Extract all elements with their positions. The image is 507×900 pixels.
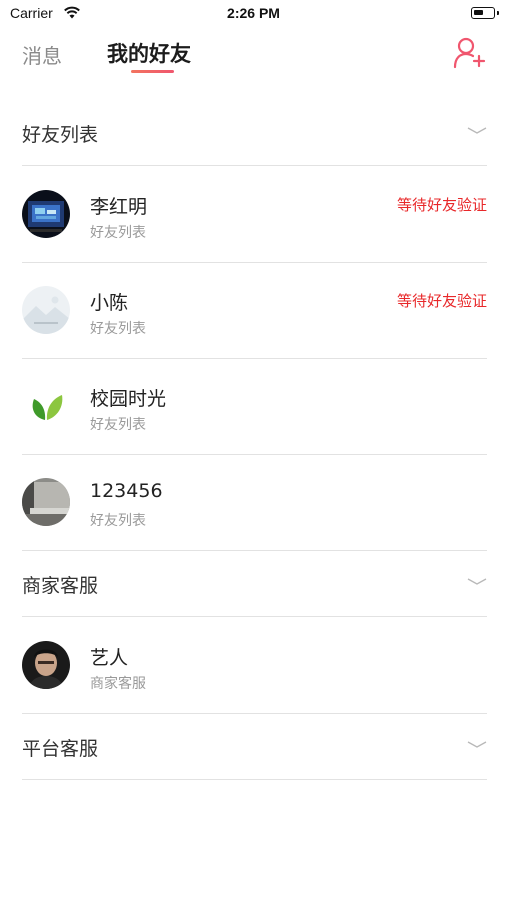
- contact-row[interactable]: 小陈 好友列表 等待好友验证: [22, 262, 487, 359]
- active-tab-indicator: [131, 70, 174, 73]
- contact-row[interactable]: 123456 好友列表: [22, 454, 487, 551]
- section-header-friends[interactable]: 好友列表: [22, 100, 487, 166]
- section-header-merchant-service[interactable]: 商家客服: [22, 551, 487, 617]
- add-friend-icon[interactable]: [453, 36, 487, 70]
- contact-name: 123456: [90, 480, 163, 502]
- contact-row[interactable]: 李红明 好友列表 等待好友验证: [22, 166, 487, 263]
- section-header-platform-service[interactable]: 平台客服: [22, 714, 487, 780]
- contact-name: 小陈: [90, 292, 129, 314]
- top-nav: 消息 我的好友: [0, 30, 507, 86]
- contact-group: 好友列表: [90, 417, 146, 433]
- avatar: [22, 286, 70, 334]
- avatar: [22, 641, 70, 689]
- contact-group: 商家客服: [90, 676, 146, 692]
- tab-my-friends[interactable]: 我的好友: [107, 38, 191, 68]
- chevron-down-icon: [467, 741, 487, 748]
- contact-group: 好友列表: [90, 513, 146, 529]
- leaf-logo-icon: [22, 382, 70, 430]
- avatar: [22, 478, 70, 526]
- contact-row[interactable]: 艺人 商家客服: [22, 617, 487, 714]
- chevron-down-icon: [467, 127, 487, 134]
- section-title: 商家客服: [22, 575, 99, 597]
- contact-name: 校园时光: [90, 388, 167, 410]
- contact-row[interactable]: 校园时光 好友列表: [22, 358, 487, 455]
- contact-name: 李红明: [90, 196, 148, 218]
- tab-messages[interactable]: 消息: [22, 40, 62, 69]
- battery-icon: [471, 7, 499, 19]
- chevron-down-icon: [467, 578, 487, 585]
- section-title: 好友列表: [22, 124, 99, 146]
- section-title: 平台客服: [22, 738, 99, 760]
- contact-group: 好友列表: [90, 225, 146, 241]
- pending-verification-label: 等待好友验证: [396, 196, 487, 214]
- pending-verification-label: 等待好友验证: [396, 292, 487, 310]
- avatar: [22, 190, 70, 238]
- clock: 2:26 PM: [227, 5, 280, 21]
- contact-group: 好友列表: [90, 321, 146, 337]
- status-bar: Carrier 2:26 PM: [0, 0, 507, 28]
- contact-name: 艺人: [90, 647, 129, 669]
